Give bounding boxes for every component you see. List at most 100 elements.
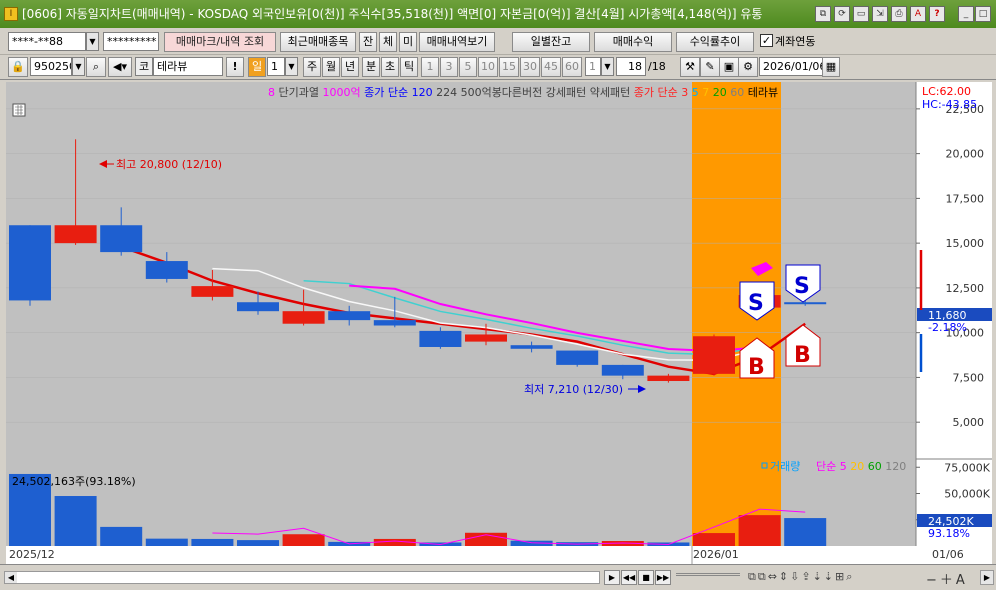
volume-bar	[784, 518, 827, 546]
account-link-checkbox[interactable]: ✓	[760, 34, 773, 47]
scroll-right-icon[interactable]: ▶	[980, 570, 994, 585]
toolbar-account: ****-**88 ▼ ********* 매매마크/내역 조회 최근매매종목 …	[0, 28, 996, 55]
trade-history-button[interactable]: 매매내역보기	[419, 32, 495, 52]
stop-icon[interactable]: ■	[638, 570, 654, 585]
legend-item: 단기과열	[275, 86, 319, 99]
calendar-icon[interactable]: ▦	[822, 57, 840, 77]
print-icon[interactable]: ⎙	[891, 6, 907, 22]
help-icon[interactable]: ?	[929, 6, 945, 22]
return-trend-button[interactable]: 수익률추이	[676, 32, 754, 52]
unfilled-button[interactable]: 미	[399, 32, 417, 52]
window-icon[interactable]: ▭	[853, 6, 869, 22]
candle-body	[556, 350, 599, 365]
refresh-icon[interactable]: ⟳	[834, 6, 850, 22]
alert-icon[interactable]: !	[226, 57, 244, 77]
fast-forward-icon[interactable]: ▶▶	[655, 570, 671, 585]
maximize-icon[interactable]: □	[975, 6, 991, 22]
candle-body	[328, 311, 371, 321]
interval-select[interactable]: 1	[585, 57, 601, 76]
volume-bar	[282, 534, 325, 546]
high-label: 최고 20,800 (12/10)	[116, 158, 222, 171]
vol-tick-label: 75,000K	[944, 461, 990, 474]
daily-balance-button[interactable]: 일별잔고	[512, 32, 590, 52]
account-dropdown-icon[interactable]: ▼	[86, 32, 99, 51]
interval-60-button[interactable]: 60	[562, 57, 582, 77]
volume-bar	[145, 538, 188, 546]
search-icon[interactable]: ⌕	[86, 57, 106, 77]
period-month-tab[interactable]: 월	[322, 57, 340, 77]
interval-45-button[interactable]: 45	[541, 57, 561, 77]
volume-bar	[191, 538, 234, 546]
market-label: 코	[135, 57, 153, 76]
recent-trades-button[interactable]: 최근매매종목	[280, 32, 356, 52]
interval-15-button[interactable]: 15	[499, 57, 519, 77]
wrench-icon[interactable]: ⚒	[680, 57, 700, 77]
candle-body	[647, 375, 690, 382]
account-input[interactable]: ****-**88	[8, 32, 86, 51]
save-icon[interactable]: ▣	[719, 57, 739, 77]
volume-max-label: 24,502,163주(93.18%)	[12, 475, 136, 488]
zoom-slider[interactable]	[676, 573, 740, 582]
count-input[interactable]: 18	[616, 57, 646, 76]
date-input[interactable]: 2026/01/06	[759, 57, 823, 76]
interval-dropdown-icon[interactable]: ▼	[601, 57, 614, 76]
y-tick-label: 12,500	[946, 282, 985, 295]
period-year-tab[interactable]: 년	[341, 57, 359, 77]
period-day-count[interactable]: 1	[267, 57, 285, 76]
legend-item: 테라뷰	[744, 86, 778, 99]
rewind-icon[interactable]: ◀◀	[621, 570, 637, 585]
scroll-left-icon[interactable]: ◀	[5, 572, 17, 583]
interval-3-button[interactable]: 3	[440, 57, 458, 77]
y-tick-label: 5,000	[953, 416, 985, 429]
horizontal-scrollbar[interactable]: ◀	[4, 571, 600, 584]
interval-1-button[interactable]: 1	[421, 57, 439, 77]
lock-icon[interactable]: 🔒	[8, 57, 28, 77]
play-icon[interactable]: ▶	[604, 570, 620, 585]
code-dropdown-icon[interactable]: ▼	[72, 57, 85, 76]
link-icon[interactable]: ⧉	[815, 6, 831, 22]
interval-30-button[interactable]: 30	[520, 57, 540, 77]
tool-icon[interactable]: ✎	[700, 57, 720, 77]
chart-tools-icon[interactable]: ⧉⧉⇔⇕⇩⇪⇣⇣⊞⌕	[748, 570, 854, 584]
high-annotation: 최고 20,800 (12/10)	[99, 158, 222, 171]
y-tick-label: 17,500	[946, 192, 985, 205]
period-week-tab[interactable]: 주	[303, 57, 321, 77]
legend-item: 1000억	[319, 86, 361, 99]
candle-body	[282, 311, 325, 324]
minimize-icon[interactable]: _	[958, 6, 974, 22]
chart-area[interactable]: 22,500 20,000 17,500 15,000 12,500 10,000 7,50…	[6, 82, 992, 564]
pin-icon[interactable]: ⇲	[872, 6, 888, 22]
interval-10-button[interactable]: 10	[478, 57, 498, 77]
xaxis-panel-bg	[6, 546, 992, 564]
toolbar-chart: 🔒 950250 ▼ ⌕ ◀▾ 코 테라뷰 ! 일 1 ▼ 주 월 년 분 초 …	[0, 55, 996, 80]
y-tick-label: 7,500	[953, 371, 985, 384]
title-bar: I [0606] 자동일지차트(매매내역) - KOSDAQ 외국인보유[0(천…	[0, 0, 996, 28]
buy-signal-label: B	[794, 343, 811, 368]
x-tick-label: 01/06	[932, 548, 964, 561]
candle-body	[419, 330, 462, 347]
stock-code-input[interactable]: 950250	[30, 57, 72, 76]
legend-item: 5	[688, 86, 699, 99]
period-day-tab[interactable]: 일	[248, 57, 266, 77]
mark-query-button[interactable]: 매매마크/내역 조회	[164, 32, 276, 52]
candle-body	[191, 286, 234, 297]
volume-legend: 거래량	[770, 460, 800, 473]
zoom-controls-icon[interactable]: −＋A	[926, 569, 968, 588]
period-minute-tab[interactable]: 분	[362, 57, 380, 77]
legend-item: 종가 단순 120	[361, 86, 433, 99]
settings-icon[interactable]: ⚙	[738, 57, 758, 77]
period-second-tab[interactable]: 초	[381, 57, 399, 77]
password-input[interactable]: *********	[103, 32, 159, 51]
candle-body	[9, 225, 51, 301]
highlight-band	[692, 82, 781, 546]
trade-profit-button[interactable]: 매매수익	[594, 32, 672, 52]
stock-name-field[interactable]: 테라뷰	[153, 57, 223, 76]
period-dropdown-icon[interactable]: ▼	[285, 57, 298, 76]
speaker-icon[interactable]: ◀▾	[108, 57, 132, 77]
price-chart[interactable]: 22,50020,00017,50015,00012,50010,0007,50…	[6, 82, 992, 564]
period-tick-tab[interactable]: 틱	[400, 57, 418, 77]
interval-5-button[interactable]: 5	[459, 57, 477, 77]
font-icon[interactable]: A	[910, 6, 926, 22]
filled-button[interactable]: 체	[379, 32, 397, 52]
balance-button[interactable]: 잔	[359, 32, 377, 52]
